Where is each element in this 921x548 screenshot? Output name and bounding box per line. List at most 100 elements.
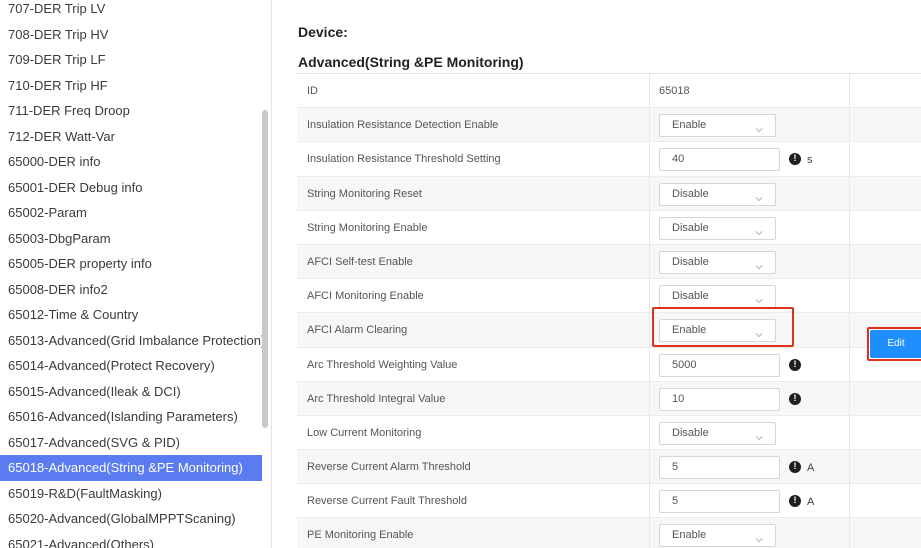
- app-window: 707-DER Trip LV 708-DER Trip HV 709-DER …: [0, 0, 921, 548]
- column-divider: [849, 176, 850, 210]
- row-value: Enable: [649, 313, 849, 347]
- sidebar-item-65000[interactable]: 65000-DER info: [0, 149, 262, 175]
- sidebar-item-708[interactable]: 708-DER Trip HV: [0, 22, 262, 48]
- sidebar-item-65016[interactable]: 65016-Advanced(Islanding Parameters): [0, 404, 262, 430]
- sidebar-item-65014[interactable]: 65014-Advanced(Protect Recovery): [0, 353, 262, 379]
- value-select[interactable]: Enable: [659, 524, 776, 548]
- column-divider: [849, 108, 850, 142]
- table-row: String Monitoring Enable Disable: [297, 210, 921, 245]
- value-input[interactable]: 10: [659, 387, 780, 411]
- row-label: Arc Threshold Weighting Value: [307, 358, 458, 371]
- edit-button[interactable]: Edit: [870, 330, 921, 358]
- sidebar-item-65021[interactable]: 65021-Advanced(Others): [0, 532, 262, 548]
- sidebar-item-709[interactable]: 709-DER Trip LF: [0, 47, 262, 73]
- row-value: 40 s: [649, 142, 849, 176]
- device-label: Device:: [298, 24, 348, 40]
- info-icon[interactable]: [789, 152, 801, 166]
- value-input[interactable]: 5000: [659, 353, 780, 377]
- row-label: Low Current Monitoring: [307, 426, 422, 439]
- sidebar-item-65019[interactable]: 65019-R&D(FaultMasking): [0, 481, 262, 507]
- column-divider: [849, 279, 850, 313]
- sidebar-item-707[interactable]: 707-DER Trip LV: [0, 0, 262, 22]
- row-value: Disable: [649, 177, 849, 211]
- value-select[interactable]: Disable: [659, 421, 776, 445]
- main-panel: Device: Advanced(String &PE Monitoring) …: [272, 0, 921, 548]
- select-value: Enable: [672, 119, 707, 132]
- sidebar: 707-DER Trip LV 708-DER Trip HV 709-DER …: [0, 0, 272, 548]
- value-input[interactable]: 40: [659, 148, 780, 172]
- sidebar-item-65018[interactable]: 65018-Advanced(String &PE Monitoring): [0, 455, 262, 481]
- chevron-down-icon: [755, 224, 763, 236]
- row-label: Arc Threshold Integral Value: [307, 392, 446, 405]
- column-divider: [849, 450, 850, 484]
- sidebar-item-65005[interactable]: 65005-DER property info: [0, 251, 262, 277]
- sidebar-item-65020[interactable]: 65020-Advanced(GlobalMPPTScaning): [0, 506, 262, 532]
- column-divider: [849, 518, 850, 548]
- chevron-down-icon: [755, 326, 763, 338]
- table-row: AFCI Alarm Clearing Enable: [297, 313, 921, 348]
- table-row: String Monitoring Reset Disable: [297, 176, 921, 211]
- column-divider: [849, 347, 850, 381]
- value-select[interactable]: Disable: [659, 250, 776, 274]
- column-divider: [649, 313, 650, 347]
- sidebar-item-65002[interactable]: 65002-Param: [0, 200, 262, 226]
- row-label: Reverse Current Fault Threshold: [307, 495, 467, 508]
- sidebar-item-65013[interactable]: 65013-Advanced(Grid Imbalance Protection…: [0, 328, 265, 354]
- parameter-table: ID 65018 Insulation Resistance Detection…: [297, 73, 921, 548]
- row-label: String Monitoring Enable: [307, 221, 428, 234]
- row-label: AFCI Alarm Clearing: [307, 324, 408, 337]
- row-value: 10: [649, 382, 849, 416]
- column-divider: [649, 279, 650, 313]
- info-icon[interactable]: [789, 460, 801, 474]
- table-row: AFCI Monitoring Enable Disable: [297, 279, 921, 314]
- info-icon[interactable]: [789, 494, 801, 508]
- row-value: Enable: [649, 518, 849, 548]
- info-icon[interactable]: [789, 392, 801, 405]
- sidebar-list: 707-DER Trip LV 708-DER Trip HV 709-DER …: [0, 0, 265, 548]
- value-select[interactable]: Disable: [659, 182, 776, 206]
- sidebar-item-65003[interactable]: 65003-DbgParam: [0, 226, 262, 252]
- table-row: Low Current Monitoring Disable: [297, 415, 921, 451]
- table-row: Arc Threshold Weighting Value 5000: [297, 347, 921, 382]
- sidebar-scrollbar[interactable]: [262, 110, 268, 428]
- value-select[interactable]: Disable: [659, 216, 776, 240]
- column-divider: [649, 74, 650, 108]
- sidebar-item-712[interactable]: 712-DER Watt-Var: [0, 124, 262, 150]
- sidebar-item-710[interactable]: 710-DER Trip HF: [0, 73, 262, 99]
- table-row: Arc Threshold Integral Value 10: [297, 381, 921, 416]
- id-value: 65018: [659, 85, 690, 97]
- column-divider: [849, 244, 850, 279]
- select-value: Enable: [672, 529, 707, 542]
- chevron-down-icon: [755, 429, 763, 441]
- select-value: Disable: [672, 426, 709, 439]
- row-value: Enable: [649, 108, 849, 142]
- sidebar-item-65017[interactable]: 65017-Advanced(SVG & PID): [0, 430, 262, 456]
- column-divider: [649, 244, 650, 279]
- value-input[interactable]: 5: [659, 490, 780, 514]
- value-select[interactable]: Enable: [659, 114, 776, 138]
- row-label: AFCI Monitoring Enable: [307, 290, 424, 303]
- value-select[interactable]: Enable: [659, 319, 776, 343]
- sidebar-item-65012[interactable]: 65012-Time & Country: [0, 302, 262, 328]
- value-input[interactable]: 5: [659, 456, 780, 480]
- sidebar-item-711[interactable]: 711-DER Freq Droop: [0, 98, 262, 124]
- sidebar-item-65015[interactable]: 65015-Advanced(Ileak & DCI): [0, 379, 262, 405]
- row-value: 65018: [649, 74, 849, 108]
- row-label: Insulation Resistance Detection Enable: [307, 119, 499, 132]
- column-divider: [649, 347, 650, 381]
- table-row-id: ID 65018: [297, 74, 921, 109]
- table-row: AFCI Self-test Enable Disable: [297, 244, 921, 280]
- column-divider: [649, 108, 650, 142]
- sidebar-item-65008[interactable]: 65008-DER info2: [0, 277, 262, 303]
- chevron-down-icon: [755, 292, 763, 304]
- value-select[interactable]: Disable: [659, 285, 776, 309]
- row-label: Insulation Resistance Threshold Setting: [307, 153, 501, 166]
- unit-label: A: [807, 496, 815, 509]
- column-divider: [649, 142, 650, 176]
- sidebar-item-65001[interactable]: 65001-DER Debug info: [0, 175, 262, 201]
- column-divider: [649, 415, 650, 450]
- info-icon[interactable]: [789, 358, 801, 371]
- row-label: Reverse Current Alarm Threshold: [307, 461, 471, 474]
- select-value: Disable: [672, 255, 709, 268]
- section-title: Advanced(String &PE Monitoring): [298, 54, 524, 70]
